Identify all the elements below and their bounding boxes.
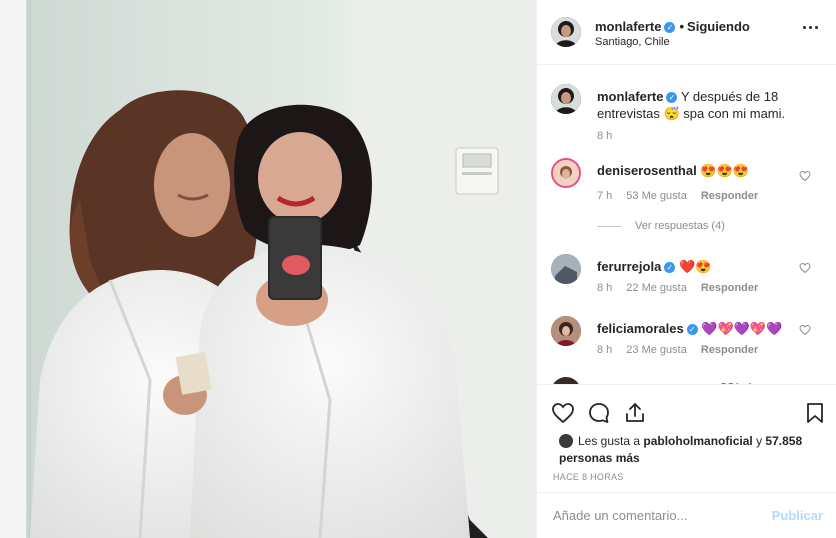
- verified-badge-icon: ✓: [664, 262, 676, 273]
- add-comment-bar: Publicar: [537, 492, 836, 538]
- share-icon[interactable]: [623, 401, 647, 425]
- comment-avatar[interactable]: [551, 316, 581, 346]
- comment-likes[interactable]: 53 Me gusta: [626, 190, 687, 202]
- following-button[interactable]: Siguiendo: [687, 19, 750, 34]
- more-options-icon[interactable]: [803, 26, 821, 32]
- post-timestamp[interactable]: HACE 8 HORAS: [553, 472, 624, 482]
- bookmark-icon[interactable]: [803, 401, 827, 425]
- caption-meta: 8 h: [597, 130, 626, 142]
- reply-button[interactable]: Responder: [701, 190, 758, 202]
- comment-text-block: ferurrejola ✓ ❤️😍: [597, 258, 802, 275]
- author-line: monlaferte ✓ • Siguiendo: [595, 19, 750, 34]
- comment-meta: 8 h 23 Me gusta Responder: [597, 344, 772, 356]
- comment-text-block: feliciamorales ✓ 💜💖💜💖💜: [597, 320, 802, 337]
- comment-time[interactable]: 8 h: [597, 344, 612, 356]
- verified-badge-icon: ✓: [666, 92, 678, 103]
- comment-input[interactable]: [553, 504, 763, 526]
- separator-dot: •: [679, 19, 685, 34]
- view-replies-button[interactable]: Ver respuestas (4): [597, 220, 725, 232]
- comment-like-heart-icon[interactable]: [799, 170, 811, 182]
- comment-likes[interactable]: 23 Me gusta: [626, 344, 687, 356]
- reply-button[interactable]: Responder: [701, 282, 758, 294]
- liker-avatar[interactable]: [559, 434, 573, 448]
- comment-username[interactable]: deniserosenthal: [597, 163, 697, 178]
- author-username[interactable]: monlaferte: [595, 19, 661, 34]
- verified-badge-icon: ✓: [664, 22, 676, 33]
- comment-username[interactable]: ferurrejola: [597, 259, 661, 274]
- caption-time[interactable]: 8 h: [597, 130, 612, 142]
- comment-meta: 8 h 22 Me gusta Responder: [597, 282, 772, 294]
- comments-list[interactable]: monlaferte ✓ Y después de 18 entrevistas …: [537, 66, 836, 384]
- view-replies-label: Ver respuestas (4): [635, 220, 725, 232]
- post-header: monlaferte ✓ • Siguiendo Santiago, Chile: [537, 0, 836, 65]
- comment-text: ❤️😍: [678, 259, 712, 274]
- comment-text-block: deniserosenthal 😍😍😍: [597, 162, 802, 179]
- location-link[interactable]: Santiago, Chile: [595, 36, 670, 48]
- comment-username[interactable]: feliciamorales: [597, 321, 684, 336]
- caption-username[interactable]: monlaferte: [597, 89, 663, 104]
- comment-time[interactable]: 8 h: [597, 282, 612, 294]
- replies-divider: [597, 225, 621, 227]
- likes-summary: Les gusta a pabloholmanoficial y 57.858 …: [559, 433, 829, 467]
- comment-time[interactable]: 7 h: [597, 190, 612, 202]
- comment-like-heart-icon[interactable]: [799, 324, 811, 336]
- comment-text: 😍😍😍: [700, 163, 749, 178]
- publish-comment-button[interactable]: Publicar: [772, 508, 823, 523]
- liker-username[interactable]: pabloholmanoficial: [643, 434, 752, 448]
- comment-meta: 7 h 53 Me gusta Responder: [597, 190, 772, 202]
- heart-outline-icon[interactable]: [551, 401, 575, 425]
- caption-avatar[interactable]: [551, 84, 581, 114]
- post-side-panel: monlaferte ✓ • Siguiendo Santiago, Chile mo…: [536, 0, 836, 538]
- likes-connector: y: [756, 434, 763, 448]
- verified-badge-icon: ✓: [686, 324, 698, 335]
- post-photo-image: [0, 0, 536, 538]
- reply-button[interactable]: Responder: [701, 344, 758, 356]
- author-avatar[interactable]: [551, 17, 581, 47]
- likes-prefix: Les gusta a: [578, 434, 641, 448]
- post-actions: Les gusta a pabloholmanoficial y 57.858 …: [537, 384, 836, 492]
- comment-text: 💜💖💜💖💜: [701, 321, 783, 336]
- post-photo[interactable]: [0, 0, 536, 538]
- caption-text-block: monlaferte ✓ Y después de 18 entrevistas …: [597, 88, 802, 122]
- comment-icon[interactable]: [587, 401, 611, 425]
- comment-like-heart-icon[interactable]: [799, 262, 811, 274]
- comment-avatar[interactable]: [551, 377, 581, 384]
- comment-avatar[interactable]: [551, 158, 581, 188]
- comment-likes[interactable]: 22 Me gusta: [626, 282, 687, 294]
- comment-avatar[interactable]: [551, 254, 581, 284]
